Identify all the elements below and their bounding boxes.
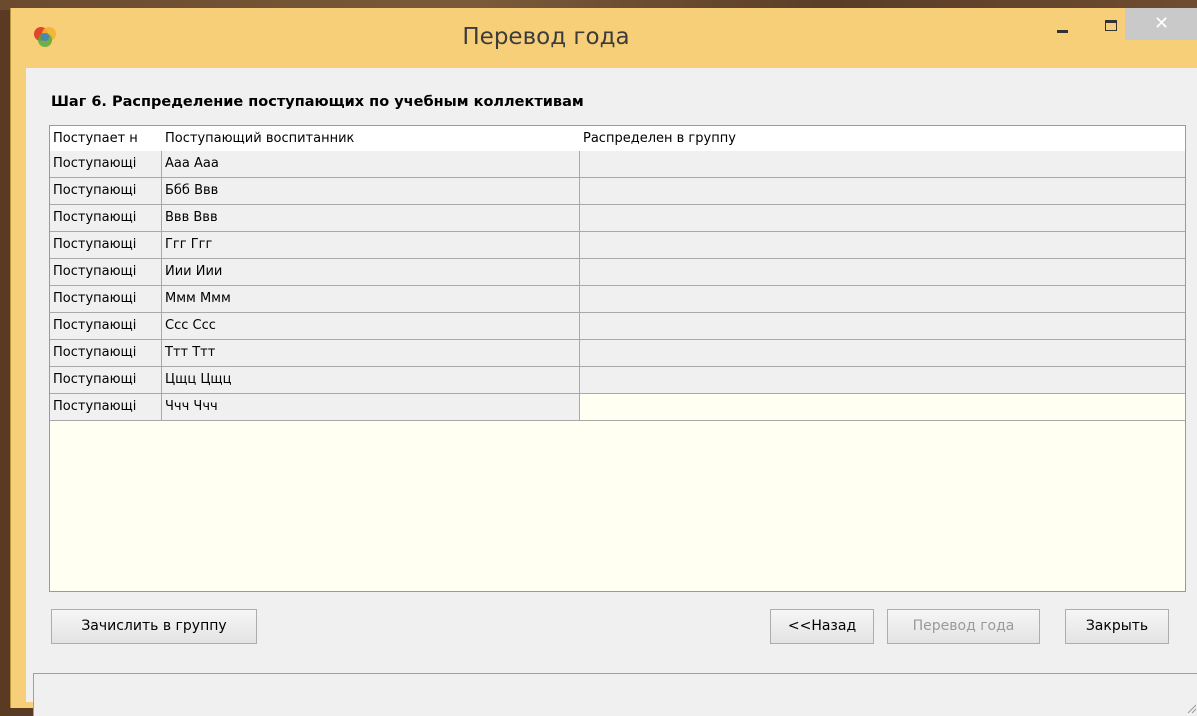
column-header-status[interactable]: Поступает н <box>50 126 162 151</box>
table-row[interactable]: Поступающі Ссс Ссс <box>50 313 1185 340</box>
close-button[interactable]: Закрыть <box>1065 609 1169 644</box>
dialog-content: Шаг 6. Распределение поступающих по учеб… <box>26 68 1197 716</box>
student-cell[interactable]: Цщц Цщц <box>162 367 580 393</box>
student-cell[interactable]: Иии Иии <box>162 259 580 285</box>
table-row[interactable]: Поступающі Цщц Цщц <box>50 367 1185 394</box>
status-cell[interactable]: Поступающі <box>50 340 162 366</box>
column-header-group[interactable]: Распределен в группу <box>580 126 1185 151</box>
minimize-button[interactable] <box>1041 8 1085 42</box>
student-cell[interactable]: Ааа Ааа <box>162 151 580 177</box>
table-body: Поступающі Ааа Ааа Поступающі Ббб Ввв По… <box>50 151 1185 421</box>
table-row-selected[interactable]: Поступающі Ччч Ччч <box>50 394 1185 421</box>
table-row[interactable]: Поступающі Ввв Ввв <box>50 205 1185 232</box>
status-cell[interactable]: Поступающі <box>50 367 162 393</box>
student-cell[interactable]: Ввв Ввв <box>162 205 580 231</box>
window-title: Перевод года <box>462 24 630 50</box>
close-window-button[interactable]: ✕ <box>1125 8 1197 40</box>
group-cell[interactable] <box>580 151 1185 177</box>
group-cell-editing[interactable] <box>580 394 1185 420</box>
students-table[interactable]: Поступает н Поступающий воспитанник Расп… <box>49 125 1186 592</box>
group-cell[interactable] <box>580 313 1185 339</box>
status-cell[interactable]: Поступающі <box>50 205 162 231</box>
group-cell[interactable] <box>580 259 1185 285</box>
group-cell[interactable] <box>580 286 1185 312</box>
back-button[interactable]: <<Назад <box>770 609 874 644</box>
group-cell[interactable] <box>580 205 1185 231</box>
dialog-window: Перевод года ✕ Шаг 6. Распределение пост… <box>10 8 1197 716</box>
enroll-in-group-button[interactable]: Зачислить в группу <box>51 609 257 644</box>
title-bar[interactable]: Перевод года ✕ <box>11 8 1197 68</box>
transfer-year-button[interactable]: Перевод года <box>887 609 1040 644</box>
status-cell[interactable]: Поступающі <box>50 394 162 420</box>
student-cell[interactable]: Ббб Ввв <box>162 178 580 204</box>
status-cell[interactable]: Поступающі <box>50 313 162 339</box>
table-header: Поступает н Поступающий воспитанник Расп… <box>50 126 1185 152</box>
student-cell[interactable]: Ссс Ссс <box>162 313 580 339</box>
status-cell[interactable]: Поступающі <box>50 232 162 258</box>
student-cell[interactable]: Ттт Ттт <box>162 340 580 366</box>
table-row[interactable]: Поступающі Иии Иии <box>50 259 1185 286</box>
resize-grip-icon[interactable] <box>1185 702 1197 714</box>
group-cell[interactable] <box>580 178 1185 204</box>
status-cell[interactable]: Поступающі <box>50 259 162 285</box>
status-cell[interactable]: Поступающі <box>50 286 162 312</box>
group-cell[interactable] <box>580 232 1185 258</box>
group-cell[interactable] <box>580 340 1185 366</box>
table-row[interactable]: Поступающі Ббб Ввв <box>50 178 1185 205</box>
student-cell[interactable]: Ччч Ччч <box>162 394 580 420</box>
column-header-student[interactable]: Поступающий воспитанник <box>162 126 580 151</box>
status-bar <box>33 673 1197 716</box>
table-row[interactable]: Поступающі Ттт Ттт <box>50 340 1185 367</box>
table-row[interactable]: Поступающі Ггг Ггг <box>50 232 1185 259</box>
table-row[interactable]: Поступающі Ммм Ммм <box>50 286 1185 313</box>
step-heading: Шаг 6. Распределение поступающих по учеб… <box>51 94 584 110</box>
student-cell[interactable]: Ммм Ммм <box>162 286 580 312</box>
student-cell[interactable]: Ггг Ггг <box>162 232 580 258</box>
status-cell[interactable]: Поступающі <box>50 178 162 204</box>
status-cell[interactable]: Поступающі <box>50 151 162 177</box>
group-cell[interactable] <box>580 367 1185 393</box>
table-row[interactable]: Поступающі Ааа Ааа <box>50 151 1185 178</box>
